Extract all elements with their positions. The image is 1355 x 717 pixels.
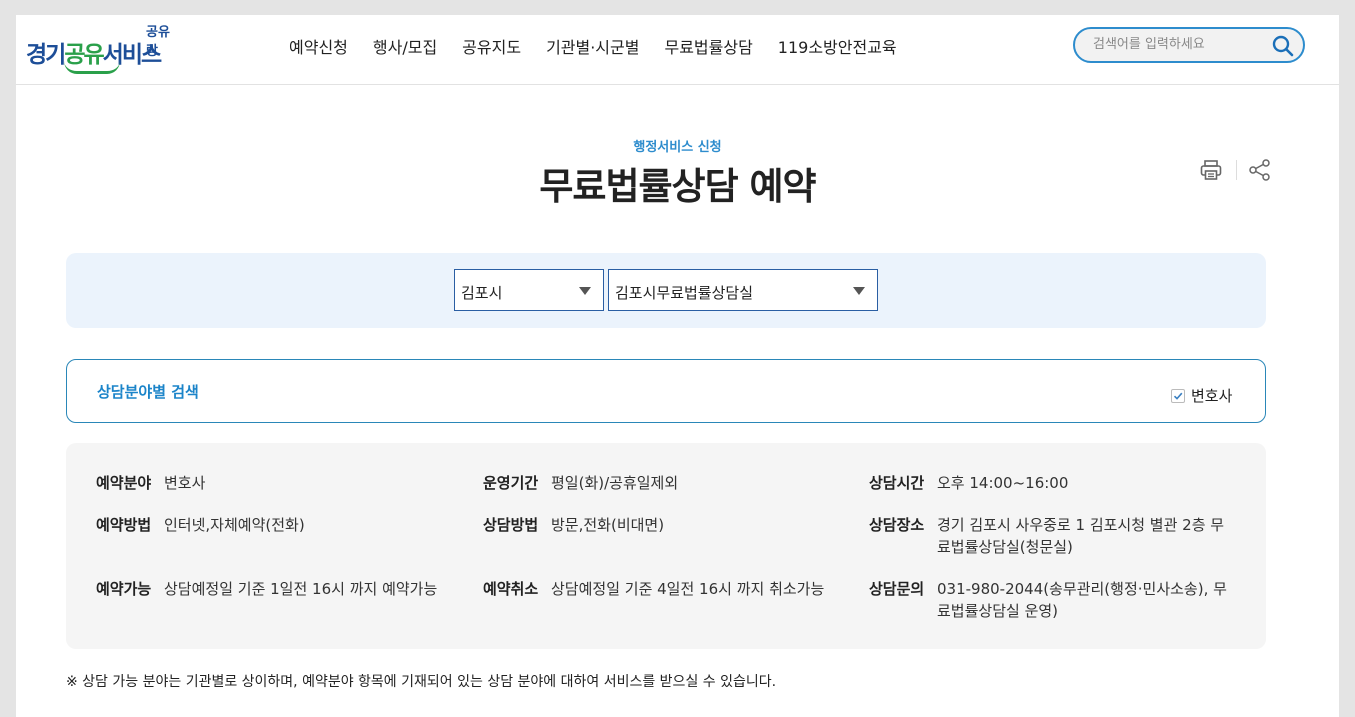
info-value: 변호사 — [164, 474, 206, 492]
chevron-down-icon — [853, 287, 865, 295]
page-subtitle: 행정서비스 신청 — [633, 140, 722, 155]
logo-swoosh — [64, 61, 120, 74]
filter-panel: 김포시 김포시무료법률상담실 — [66, 253, 1266, 328]
info-label: 예약방법 — [96, 516, 152, 534]
office-select[interactable]: 김포시무료법률상담실 — [608, 269, 878, 311]
info-value: 상담예정일 기준 4일전 16시 까지 취소가능 — [551, 580, 825, 598]
info-value: 상담예정일 기준 1일전 16시 까지 예약가능 — [164, 580, 438, 598]
search-box — [1073, 27, 1305, 63]
page-title: 무료법률상담 예약 — [539, 165, 816, 208]
info-value: 031-980-2044(송무관리(행정·민사소송), 무료법률상담실 운영) — [937, 580, 1227, 620]
nav-item-reservation[interactable]: 예약신청 — [289, 34, 348, 58]
share-icon[interactable] — [1248, 158, 1272, 182]
info-value: 오후 14:00~16:00 — [937, 474, 1069, 492]
info-label: 상담장소 — [869, 516, 925, 534]
main-nav: 예약신청 행사/모집 공유지도 기관별·시군별 무료법률상담 119소방안전교육 — [289, 34, 922, 58]
page-tools — [1199, 158, 1272, 182]
info-label: 상담방법 — [483, 516, 539, 534]
info-label: 운영기간 — [483, 474, 539, 492]
tools-divider — [1236, 160, 1237, 180]
site-header: 공유랑 경기공유서비스 예약신청 행사/모집 공유지도 기관별·시군별 무료법률… — [16, 15, 1339, 85]
info-value: 방문,전화(비대면) — [551, 516, 665, 534]
nav-item-by-agency[interactable]: 기관별·시군별 — [546, 34, 639, 58]
chevron-down-icon — [579, 287, 591, 295]
nav-item-fire-safety[interactable]: 119소방안전교육 — [778, 34, 897, 58]
search-icon[interactable] — [1272, 35, 1294, 57]
nav-item-free-legal[interactable]: 무료법률상담 — [664, 34, 752, 58]
info-value: 인터넷,자체예약(전화) — [164, 516, 305, 534]
search-input[interactable] — [1091, 36, 1265, 53]
checkbox-box[interactable] — [1171, 388, 1185, 403]
print-icon[interactable] — [1199, 158, 1223, 182]
category-search-panel: 상담분야별 검색 변호사 — [66, 359, 1266, 423]
category-search-label: 상담분야별 검색 — [97, 383, 199, 401]
notice-text: ※ 상담 가능 분야는 기관별로 상이하며, 예약분야 항목에 기재되어 있는 … — [66, 674, 777, 690]
city-select-value: 김포시 — [461, 284, 503, 302]
info-label: 상담문의 — [869, 580, 925, 598]
info-panel: 예약분야 변호사 예약방법 인터넷,자체예약(전화) 예약가능 상담예정일 기준… — [66, 443, 1266, 649]
city-select[interactable]: 김포시 — [454, 269, 604, 311]
nav-item-events[interactable]: 행사/모집 — [373, 34, 437, 58]
office-select-value: 김포시무료법률상담실 — [615, 284, 754, 302]
info-label: 상담시간 — [869, 474, 925, 492]
nav-item-share-map[interactable]: 공유지도 — [462, 34, 521, 58]
lawyer-checkbox[interactable]: 변호사 — [1171, 385, 1232, 406]
site-logo[interactable]: 공유랑 경기공유서비스 — [26, 21, 176, 74]
check-icon — [1173, 392, 1183, 400]
info-label: 예약가능 — [96, 580, 152, 598]
page: 공유랑 경기공유서비스 예약신청 행사/모집 공유지도 기관별·시군별 무료법률… — [16, 15, 1339, 717]
info-value: 경기 김포시 사우중로 1 김포시청 별관 2층 무료법률상담실(청문실) — [937, 516, 1225, 556]
lawyer-checkbox-label: 변호사 — [1191, 387, 1233, 405]
logo-text-part1: 경기 — [26, 42, 66, 68]
info-label: 예약취소 — [483, 580, 539, 598]
info-value: 평일(화)/공휴일제외 — [551, 474, 679, 492]
info-label: 예약분야 — [96, 474, 152, 492]
